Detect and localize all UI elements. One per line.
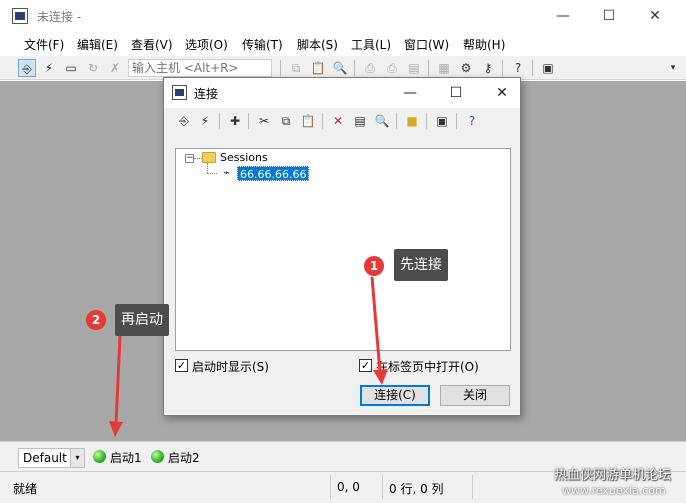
quick-connect-input[interactable] <box>128 59 272 77</box>
launch2-button[interactable]: 启动2 <box>168 449 200 466</box>
callout-connect-first: 先连接 <box>394 249 448 281</box>
dialog-minimize-button[interactable]: — <box>392 82 428 104</box>
dialog-copy-icon[interactable]: ⧉ <box>277 112 295 130</box>
button-bar-selector[interactable]: Default ▾ <box>18 448 85 468</box>
cursor-position: 0, 0 <box>330 475 382 499</box>
folder-icon <box>202 152 216 163</box>
dialog-app-icon <box>172 85 187 100</box>
callout-launch-next: 再启动 <box>115 304 169 336</box>
find-icon[interactable]: 🔍 <box>331 59 349 77</box>
properties-icon[interactable]: ▤ <box>351 112 369 130</box>
toolbar-separator <box>502 60 503 76</box>
title-bar: 未连接 - — ☐ ✕ <box>0 0 686 32</box>
tree-collapse-icon[interactable]: − <box>185 154 194 163</box>
toolbar-separator <box>280 60 281 76</box>
create-shortcut-icon[interactable]: ▣ <box>433 112 451 130</box>
dialog-toolbar: ⎆ ⚡ ✚ ✂ ⧉ 📋 ✕ ▤ 🔍 ■ ▣ ? <box>164 108 520 134</box>
dialog-close-button[interactable]: ✕ <box>484 82 520 104</box>
new-folder-icon[interactable]: ■ <box>403 112 421 130</box>
paste-icon[interactable]: 📋 <box>309 59 327 77</box>
toolbar-separator <box>532 60 533 76</box>
dialog-toolbar-separator <box>396 113 397 129</box>
dialog-close-text-button[interactable]: 关闭 <box>440 385 510 406</box>
menu-edit[interactable]: 编辑(E) <box>77 36 118 53</box>
step-badge-2: 2 <box>86 310 106 330</box>
show-on-startup-label: 启动时显示(S) <box>192 360 269 374</box>
print-icon[interactable]: ⎙ <box>361 59 379 77</box>
tree-session-item[interactable]: 66.66.66.66 <box>237 166 310 181</box>
dialog-quick-connect-icon[interactable]: ⚡ <box>196 112 214 130</box>
session-icon: ⌁ <box>223 166 230 179</box>
tree-connector <box>207 163 208 173</box>
watermark-url: www.rexuexia.com <box>562 484 666 497</box>
copy-icon[interactable]: ⧉ <box>287 59 305 77</box>
toolbar-separator <box>428 60 429 76</box>
dialog-help-icon[interactable]: ? <box>463 112 481 130</box>
app-icon <box>12 8 28 24</box>
menu-transfer[interactable]: 传输(T) <box>242 36 283 53</box>
menu-view[interactable]: 查看(V) <box>131 36 173 53</box>
dialog-toolbar-separator <box>322 113 323 129</box>
step-badge-1: 1 <box>364 256 384 276</box>
sftp-icon[interactable]: ▣ <box>539 59 557 77</box>
close-button[interactable]: ✕ <box>632 4 678 28</box>
menu-options[interactable]: 选项(O) <box>185 36 228 53</box>
reconnect-icon[interactable]: ↻ <box>84 59 102 77</box>
maximize-button[interactable]: ☐ <box>586 4 632 28</box>
tree-folder-sessions[interactable]: Sessions <box>220 151 268 164</box>
tree-connector <box>194 158 202 159</box>
dialog-paste-icon[interactable]: 📋 <box>299 112 317 130</box>
show-on-startup-checkbox[interactable]: ✓ <box>175 359 188 372</box>
button-bar-selector-value: Default <box>23 451 67 465</box>
menu-script[interactable]: 脚本(S) <box>297 36 338 53</box>
status-cell-empty <box>472 475 552 499</box>
global-options-icon[interactable]: ⚙ <box>457 59 475 77</box>
help-icon[interactable]: ? <box>509 59 527 77</box>
session-tree[interactable]: − Sessions ⌁ 66.66.66.66 <box>175 148 511 351</box>
launch2-status-icon <box>151 450 164 463</box>
session-options-icon[interactable]: ▦ <box>435 59 453 77</box>
dialog-connect-icon[interactable]: ⎆ <box>175 112 193 130</box>
dialog-toolbar-separator <box>456 113 457 129</box>
new-session-icon[interactable]: ✚ <box>226 112 244 130</box>
button-bar: Default ▾ 启动1 启动2 <box>0 441 686 471</box>
menu-help[interactable]: 帮助(H) <box>463 36 505 53</box>
menu-tools[interactable]: 工具(L) <box>351 36 391 53</box>
dialog-maximize-button[interactable]: ☐ <box>438 82 474 104</box>
menu-bar: 文件(F) 编辑(E) 查看(V) 选项(O) 传输(T) 脚本(S) 工具(L… <box>0 32 686 56</box>
launch1-button[interactable]: 启动1 <box>110 449 142 466</box>
open-in-tab-checkbox[interactable]: ✓ <box>359 359 372 372</box>
dialog-toolbar-separator <box>219 113 220 129</box>
dialog-toolbar-separator <box>426 113 427 129</box>
launch1-status-icon <box>93 450 106 463</box>
delete-icon[interactable]: ✕ <box>329 112 347 130</box>
watermark-title: 热血侠网游单机论坛 <box>554 468 672 483</box>
dialog-find-icon[interactable]: 🔍 <box>373 112 391 130</box>
window-title: 未连接 - <box>37 10 82 24</box>
toolbar-overflow-icon[interactable]: ▾ <box>666 59 680 77</box>
rows-cols: 0 行, 0 列 <box>382 475 472 499</box>
connect-in-tab-icon[interactable]: ▭ <box>62 59 80 77</box>
dialog-title: 连接 <box>194 87 219 101</box>
status-ready: 就绪 <box>13 482 38 496</box>
minimize-button[interactable]: — <box>540 4 586 28</box>
print-setup-icon[interactable]: ▤ <box>405 59 423 77</box>
dialog-title-bar: 连接 — ☐ ✕ <box>164 78 520 108</box>
dialog-toolbar-separator <box>248 113 249 129</box>
disconnect-icon[interactable]: ✗ <box>106 59 124 77</box>
toolbar-separator <box>354 60 355 76</box>
print-screen-icon[interactable]: ⎙ <box>383 59 401 77</box>
connect-button[interactable]: 连接(C) <box>360 385 430 406</box>
menu-file[interactable]: 文件(F) <box>24 36 64 53</box>
connect-dialog: 连接 — ☐ ✕ ⎆ ⚡ ✚ ✂ ⧉ 📋 ✕ ▤ 🔍 ■ ▣ ? − Sessi… <box>163 77 521 416</box>
open-in-tab-label: 在标签页中打开(O) <box>376 360 479 374</box>
keymap-icon[interactable]: ⚷ <box>479 59 497 77</box>
chevron-down-icon[interactable]: ▾ <box>70 449 84 467</box>
cut-icon[interactable]: ✂ <box>255 112 273 130</box>
tree-connector <box>207 173 217 174</box>
connect-icon[interactable]: ⎆ <box>18 59 36 77</box>
menu-window[interactable]: 窗口(W) <box>404 36 449 53</box>
quick-connect-icon[interactable]: ⚡ <box>40 59 58 77</box>
